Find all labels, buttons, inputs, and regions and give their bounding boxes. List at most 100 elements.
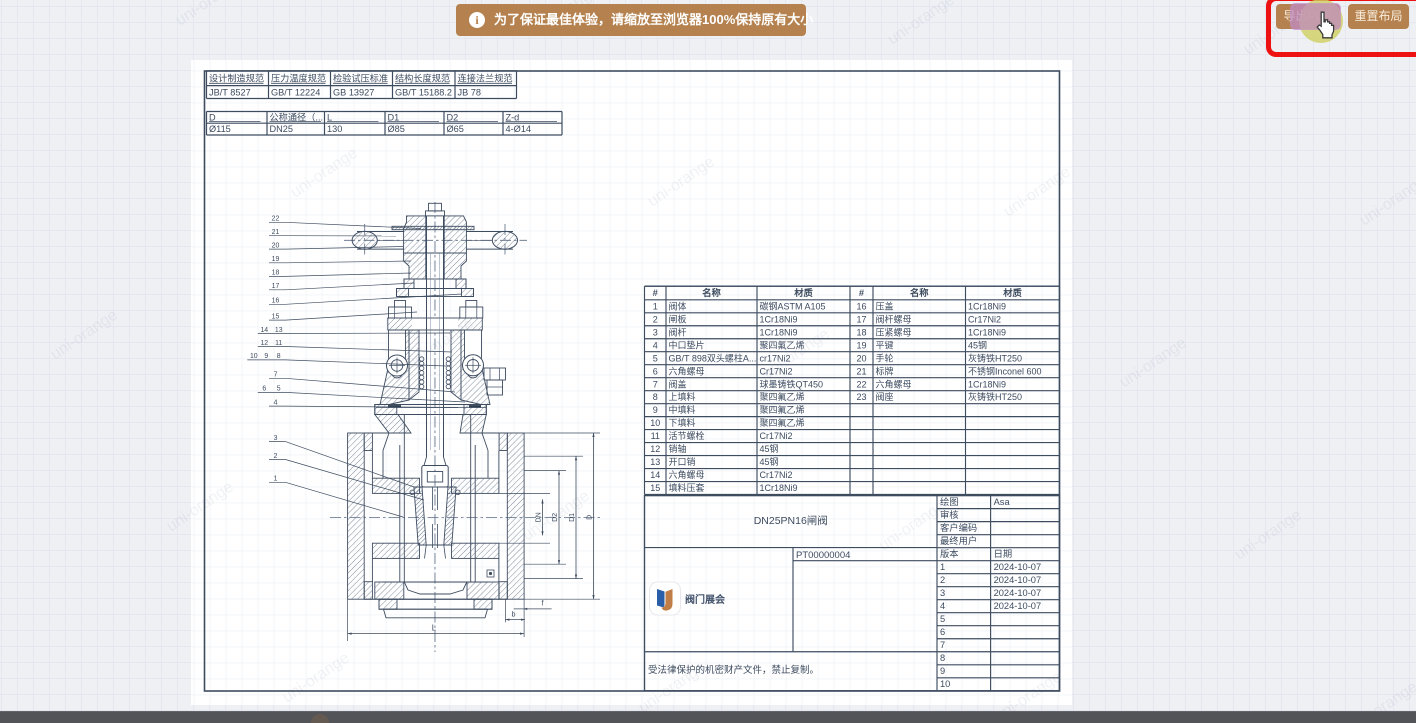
svg-text:2024-10-07: 2024-10-07 xyxy=(994,575,1042,585)
svg-text:GB/T 15188.2: GB/T 15188.2 xyxy=(395,87,452,97)
svg-text:DN: DN xyxy=(536,512,543,522)
svg-text:六角螺母: 六角螺母 xyxy=(669,365,705,376)
svg-text:销轴: 销轴 xyxy=(669,443,687,454)
svg-text:阀体: 阀体 xyxy=(669,300,687,311)
svg-text:14: 14 xyxy=(650,470,660,480)
svg-text:1Cr18Ni9: 1Cr18Ni9 xyxy=(760,483,798,493)
svg-text:D: D xyxy=(587,515,594,520)
svg-text:JB 78: JB 78 xyxy=(458,87,482,97)
svg-text:uni-orange: uni-orange xyxy=(876,497,949,554)
svg-text:1Cr18Ni9: 1Cr18Ni9 xyxy=(760,327,798,337)
svg-text:10: 10 xyxy=(250,353,258,360)
svg-text:碳钢ASTM A105: 碳钢ASTM A105 xyxy=(760,300,826,311)
svg-text:D1: D1 xyxy=(388,112,400,122)
svg-text:Ø115: Ø115 xyxy=(209,124,231,134)
svg-text:中填料: 中填料 xyxy=(669,404,696,415)
svg-text:11: 11 xyxy=(651,431,660,441)
svg-text:D: D xyxy=(209,112,216,122)
svg-text:4: 4 xyxy=(653,340,658,350)
svg-text:Ø65: Ø65 xyxy=(447,124,464,134)
svg-text:DN25: DN25 xyxy=(270,124,294,134)
svg-text:Cr17Ni2: Cr17Ni2 xyxy=(968,314,1001,324)
svg-text:压力温度规范: 压力温度规范 xyxy=(271,73,326,84)
svg-text:材质: 材质 xyxy=(793,287,813,298)
svg-text:4: 4 xyxy=(274,399,278,406)
svg-text:10: 10 xyxy=(940,679,950,689)
svg-text:6: 6 xyxy=(653,366,658,376)
svg-text:#: # xyxy=(653,288,659,298)
svg-text:19: 19 xyxy=(272,256,280,263)
svg-text:2024-10-07: 2024-10-07 xyxy=(994,562,1042,572)
svg-text:1Cr18Ni9: 1Cr18Ni9 xyxy=(968,301,1006,311)
svg-text:13: 13 xyxy=(275,327,283,334)
svg-text:名称: 名称 xyxy=(702,287,721,298)
svg-text:uni-orange: uni-orange xyxy=(280,649,353,706)
svg-text:uni-orange: uni-orange xyxy=(164,478,237,535)
svg-text:1Cr18Ni9: 1Cr18Ni9 xyxy=(760,314,798,324)
svg-text:21: 21 xyxy=(272,229,280,236)
svg-text:8: 8 xyxy=(940,653,945,663)
svg-text:uni-orange: uni-orange xyxy=(1117,334,1190,391)
svg-text:阀座: 阀座 xyxy=(876,391,894,402)
svg-text:18: 18 xyxy=(856,327,866,337)
svg-text:受法律保护的机密财产文件，禁止复制。: 受法律保护的机密财产文件，禁止复制。 xyxy=(648,664,819,676)
svg-text:公称通径（...: 公称通径（... xyxy=(270,111,324,122)
svg-text:日期: 日期 xyxy=(994,549,1013,559)
svg-text:8: 8 xyxy=(653,392,658,402)
svg-text:7: 7 xyxy=(940,640,945,650)
svg-text:12: 12 xyxy=(260,340,268,347)
svg-text:检验试压标准: 检验试压标准 xyxy=(333,73,388,84)
svg-text:压盖: 压盖 xyxy=(876,300,894,311)
svg-text:Cr17Ni2: Cr17Ni2 xyxy=(760,470,793,480)
svg-text:活节螺栓: 活节螺栓 xyxy=(669,430,705,441)
svg-text:7: 7 xyxy=(653,379,658,389)
svg-text:23: 23 xyxy=(856,392,866,402)
svg-text:2: 2 xyxy=(653,314,658,324)
svg-text:不锈钢Inconel 600: 不锈钢Inconel 600 xyxy=(968,365,1042,376)
svg-text:10: 10 xyxy=(650,418,660,428)
svg-text:18: 18 xyxy=(272,270,280,277)
svg-text:22: 22 xyxy=(272,216,280,223)
svg-text:uni-orange: uni-orange xyxy=(1001,163,1074,220)
svg-text:阀门展会: 阀门展会 xyxy=(685,593,725,606)
svg-text:7: 7 xyxy=(274,372,278,379)
svg-text:3: 3 xyxy=(653,327,658,337)
svg-text:1: 1 xyxy=(274,476,278,483)
svg-text:17: 17 xyxy=(856,314,866,324)
svg-text:19: 19 xyxy=(856,340,866,350)
svg-text:uni-orange: uni-orange xyxy=(885,0,958,48)
svg-text:GB/T 12224: GB/T 12224 xyxy=(271,87,320,97)
svg-text:uni-orange: uni-orange xyxy=(1232,506,1305,563)
svg-text:压紧螺母: 压紧螺母 xyxy=(876,327,912,337)
svg-text:3: 3 xyxy=(940,588,945,598)
svg-text:1: 1 xyxy=(940,562,945,572)
svg-text:9: 9 xyxy=(653,405,658,415)
svg-text:版本: 版本 xyxy=(940,548,959,559)
svg-text:灰铸铁HT250: 灰铸铁HT250 xyxy=(968,352,1022,363)
svg-text:灰铸铁HT250: 灰铸铁HT250 xyxy=(968,391,1022,402)
svg-text:uni-orange: uni-orange xyxy=(645,153,718,210)
svg-text:15: 15 xyxy=(650,483,660,493)
svg-text:开口销: 开口销 xyxy=(669,456,696,467)
svg-text:GB/T 898双头螺柱A...: GB/T 898双头螺柱A... xyxy=(669,352,757,363)
svg-text:聚四氟乙烯: 聚四氟乙烯 xyxy=(760,404,805,415)
svg-text:6: 6 xyxy=(262,386,266,393)
svg-text:Cr17Ni2: Cr17Ni2 xyxy=(760,431,793,441)
svg-text:审核: 审核 xyxy=(940,509,959,520)
svg-text:连接法兰规范: 连接法兰规范 xyxy=(458,73,513,84)
svg-text:阀盖: 阀盖 xyxy=(669,378,687,389)
svg-text:16: 16 xyxy=(856,301,866,311)
svg-text:8: 8 xyxy=(277,353,281,360)
svg-text:9: 9 xyxy=(940,666,945,676)
svg-text:中口垫片: 中口垫片 xyxy=(669,339,705,350)
svg-text:21: 21 xyxy=(856,366,866,376)
svg-text:阀杆螺母: 阀杆螺母 xyxy=(876,313,912,324)
svg-text:5: 5 xyxy=(653,353,658,363)
svg-text:L: L xyxy=(432,624,437,633)
svg-text:5: 5 xyxy=(940,614,945,624)
svg-text:4-Ø14: 4-Ø14 xyxy=(506,124,532,134)
svg-text:下填料: 下填料 xyxy=(669,417,696,428)
svg-text:cr17Ni2: cr17Ni2 xyxy=(760,353,791,363)
svg-text:聚四氟乙烯: 聚四氟乙烯 xyxy=(760,391,805,402)
svg-text:Z-d: Z-d xyxy=(506,112,520,122)
